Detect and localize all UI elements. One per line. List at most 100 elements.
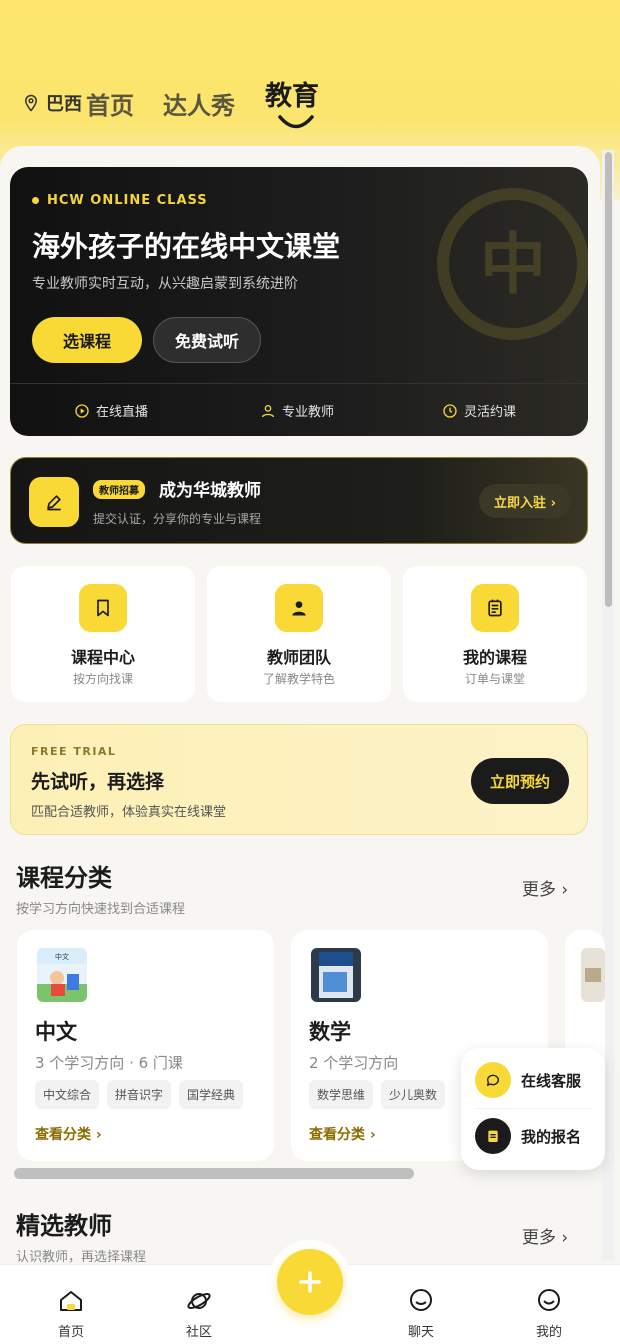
recruit-title: 成为华城教师	[159, 481, 261, 501]
shortcut-title: 课程中心	[70, 648, 135, 667]
hero-kicker-text: HCW ONLINE CLASS	[47, 193, 208, 208]
category-meta: 3 个学习方向 · 6 门课	[35, 1054, 183, 1072]
top-tab-bar: 巴西 首页 达人秀 教育	[0, 70, 620, 140]
kicker-dot	[32, 197, 39, 204]
hero-kicker: HCW ONLINE CLASS	[32, 193, 208, 208]
list-icon	[488, 599, 502, 617]
shortcut-title: 我的课程	[462, 648, 527, 667]
play-circle-icon	[75, 403, 89, 418]
teachers-section-title: 精选教师	[16, 1212, 112, 1240]
vertical-scrollbar-thumb[interactable]	[605, 152, 612, 607]
nav-me-label: 我的	[535, 1325, 562, 1340]
smile-face-icon	[538, 1289, 560, 1311]
plus-icon	[299, 1271, 321, 1293]
chat-bubble-icon-wrap	[475, 1062, 511, 1098]
nav-home-label: 首页	[57, 1325, 84, 1340]
nav-me[interactable]: 我的	[519, 1287, 579, 1340]
clipboard-icon-wrap	[475, 1118, 511, 1154]
home-icon	[60, 1291, 82, 1311]
online-service-button[interactable]: 在线客服	[475, 1062, 581, 1098]
hero-banner: HCW ONLINE CLASS 海外孩子的在线中文课堂 专业教师实时互动，从兴…	[10, 167, 588, 436]
my-signup-label: 我的报名	[521, 1127, 582, 1146]
view-category-link[interactable]: 查看分类 ›	[35, 1124, 102, 1144]
trial-subtitle: 匹配合适教师，体验真实在线课堂	[31, 805, 227, 820]
shortcut-my-courses[interactable]: 我的课程 订单与课堂	[403, 566, 587, 702]
floating-service-menu: 在线客服 我的报名	[461, 1048, 605, 1170]
shortcut-subtitle: 了解教学特色	[262, 672, 335, 686]
category-tags: 中文综合 拼音识字 国学经典	[35, 1080, 244, 1109]
chat-bubble-icon	[486, 1074, 499, 1086]
online-service-label: 在线客服	[521, 1071, 582, 1090]
tab-talent-show[interactable]: 达人秀	[163, 86, 235, 121]
feature-teacher-label: 专业教师	[282, 405, 335, 420]
location-label: 巴西	[46, 94, 82, 115]
view-category-link[interactable]: 查看分类 ›	[309, 1124, 376, 1144]
person-icon	[292, 601, 306, 616]
clipboard-icon	[488, 1130, 498, 1142]
trial-title: 先试听，再选择	[31, 771, 165, 793]
recruit-subtitle: 提交认证，分享你的专业与课程	[93, 512, 262, 526]
hero-title: 海外孩子的在线中文课堂	[32, 230, 341, 263]
partial-textbook-thumbnail	[581, 948, 605, 1002]
feature-flexible: 灵活约课	[442, 401, 516, 420]
qicon-box	[275, 584, 323, 632]
categories-section-subtitle: 按学习方向快速找到合适课程	[16, 902, 186, 917]
shortcut-subtitle: 按方向找课	[72, 672, 133, 686]
person-icon	[262, 404, 274, 417]
feature-live-label: 在线直播	[96, 405, 149, 420]
feature-teacher: 专业教师	[260, 401, 334, 420]
shortcut-title: 教师团队	[266, 648, 331, 667]
tab-education[interactable]: 教育	[265, 74, 319, 113]
category-tag[interactable]: 少儿奥数	[381, 1080, 446, 1109]
category-card-chinese[interactable]: 中文 中文 3 个学习方向 · 6 门课 中文综合 拼音识字 国学经典 查看分类…	[17, 930, 274, 1161]
shortcut-course-center[interactable]: 课程中心 按方向找课	[11, 566, 195, 702]
chinese-textbook-thumbnail: 中文	[37, 948, 87, 1002]
category-tag[interactable]: 国学经典	[179, 1080, 244, 1109]
trial-kicker: FREE TRIAL	[31, 745, 117, 758]
categories-more-link[interactable]: 更多 ›	[522, 875, 568, 900]
shortcut-subtitle: 订单与课堂	[464, 672, 525, 686]
recruit-icon-box	[29, 477, 79, 527]
category-title: 数学	[309, 1020, 351, 1044]
category-tag[interactable]: 中文综合	[35, 1080, 100, 1109]
category-tags: 数学思维 少儿奥数	[309, 1080, 446, 1109]
my-signup-button[interactable]: 我的报名	[475, 1118, 581, 1154]
nav-chat-label: 聊天	[407, 1325, 434, 1340]
hero-subtitle: 专业教师实时互动，从兴趣启蒙到系统进阶	[32, 276, 298, 292]
bookmark-icon	[97, 599, 109, 617]
recruit-badge: 教师招募	[93, 480, 145, 499]
book-now-button[interactable]: 立即预约	[471, 758, 569, 804]
shortcut-teacher-team[interactable]: 教师团队 了解教学特色	[207, 566, 391, 702]
nav-chat[interactable]: 聊天	[391, 1287, 451, 1340]
nav-home[interactable]: 首页	[41, 1287, 101, 1340]
location-selector[interactable]: 巴西	[22, 90, 82, 116]
clock-icon	[443, 403, 457, 418]
free-trial-button[interactable]: 免费试听	[153, 317, 261, 363]
create-post-button[interactable]	[277, 1249, 343, 1315]
category-tag[interactable]: 拼音识字	[107, 1080, 172, 1109]
free-trial-banner: FREE TRIAL 先试听，再选择 匹配合适教师，体验真实在线课堂 立即预约	[10, 724, 588, 835]
emblem-char: 中	[480, 226, 546, 303]
chat-icon	[410, 1289, 432, 1311]
location-pin-icon	[24, 94, 38, 112]
teachers-more-link[interactable]: 更多 ›	[522, 1223, 568, 1248]
categories-section-title: 课程分类	[16, 864, 112, 892]
svg-text:中文: 中文	[55, 952, 69, 961]
choose-course-button[interactable]: 选课程	[32, 317, 142, 363]
nav-community[interactable]: 社区	[169, 1287, 229, 1340]
chinese-emblem-icon: 中	[437, 188, 588, 340]
float-divider	[475, 1108, 591, 1109]
join-now-button[interactable]: 立即入驻 ›	[479, 484, 571, 518]
hero-divider	[10, 383, 588, 384]
qicon-box	[471, 584, 519, 632]
teacher-recruit-banner[interactable]: 教师招募 成为华城教师 提交认证，分享你的专业与课程 立即入驻 ›	[10, 457, 588, 544]
pencil-icon	[47, 495, 61, 511]
feature-live: 在线直播	[74, 401, 148, 420]
active-tab-smile-indicator	[278, 115, 314, 129]
tab-home[interactable]: 首页	[86, 86, 134, 121]
horizontal-scrollbar[interactable]	[14, 1168, 414, 1179]
category-title: 中文	[35, 1020, 77, 1044]
math-textbook-thumbnail	[311, 948, 361, 1002]
feature-flexible-label: 灵活约课	[464, 405, 517, 420]
category-tag[interactable]: 数学思维	[309, 1080, 374, 1109]
